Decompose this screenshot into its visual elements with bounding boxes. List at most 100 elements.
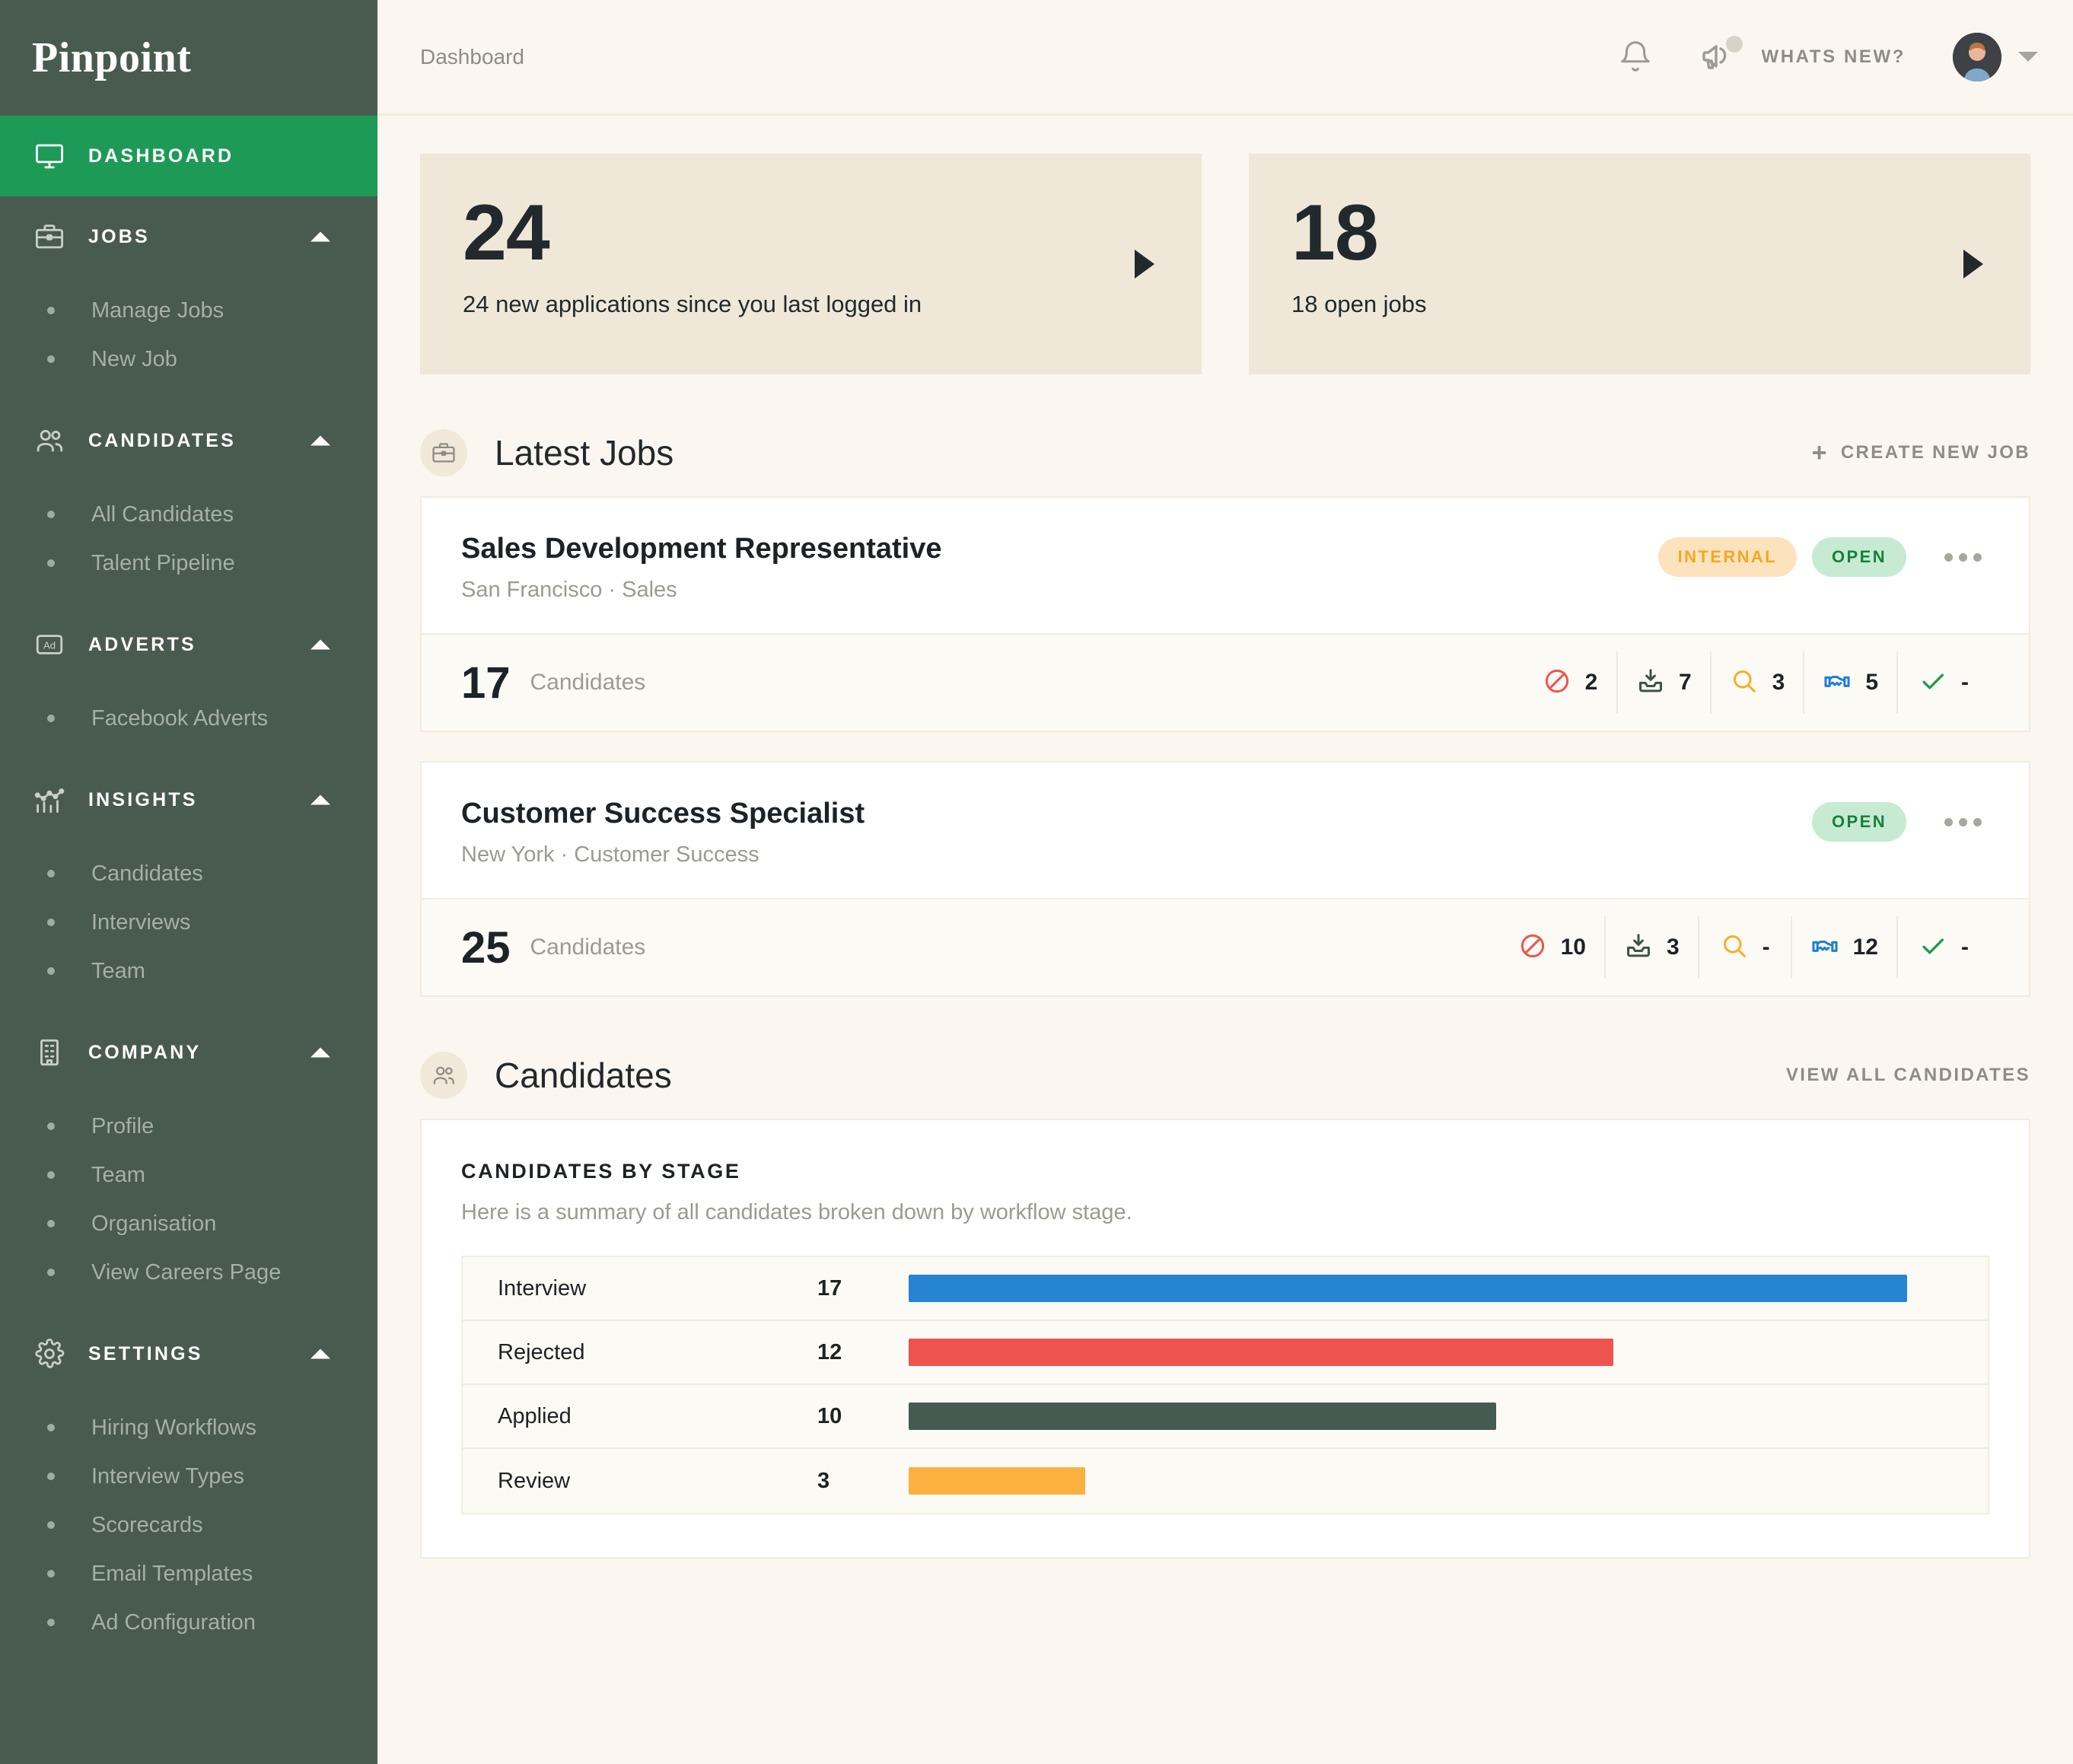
bullet-icon: [47, 1171, 55, 1179]
stage-check[interactable]: -: [1896, 916, 1989, 979]
sidebar-section-label: SETTINGS: [88, 1343, 203, 1365]
bell-icon[interactable]: [1613, 35, 1657, 79]
sidebar-item-hiring-workflows[interactable]: Hiring Workflows: [0, 1403, 377, 1452]
bullet-icon: [47, 1521, 55, 1529]
create-new-job-button[interactable]: + CREATE NEW JOB: [1812, 440, 2030, 466]
stage-inbox-download[interactable]: 3: [1604, 916, 1698, 979]
stat-card-open-jobs[interactable]: 18 18 open jobs: [1249, 154, 2030, 374]
chart-bar: [909, 1275, 1907, 1302]
chevron-up-icon[interactable]: [310, 640, 330, 650]
sidebar-section-company[interactable]: COMPANY: [0, 1012, 377, 1093]
sidebar-subitems-settings: Hiring Workflows Interview TypesScorecard…: [0, 1394, 377, 1664]
arrow-right-icon: [1135, 250, 1154, 279]
stage-no-entry[interactable]: 2: [1524, 651, 1616, 714]
svg-text:Ad: Ad: [43, 639, 56, 651]
job-title: Customer Success Specialist: [461, 798, 865, 830]
whats-new-button[interactable]: WHATS NEW?: [1697, 37, 1906, 77]
sidebar-section-jobs[interactable]: JOBS: [0, 196, 377, 277]
job-meta: San Francisco · Sales: [461, 578, 942, 603]
monitor-icon: [32, 139, 67, 174]
chevron-up-icon[interactable]: [310, 795, 330, 805]
job-card[interactable]: Customer Success SpecialistNew York · Cu…: [420, 761, 2030, 997]
sidebar-nav: DASHBOARDJOBS Manage Jobs New Job CANDIDATE…: [0, 116, 377, 1694]
no-entry-icon: [1543, 667, 1571, 699]
chevron-up-icon[interactable]: [310, 232, 330, 242]
stage-value: -: [1763, 935, 1770, 960]
chart-bar-track: [909, 1467, 1953, 1495]
sidebar-item-new-job[interactable]: New Job: [0, 335, 377, 384]
magnifier-icon: [1730, 667, 1759, 699]
sidebar-section-label: COMPANY: [88, 1042, 201, 1064]
sidebar-item-organisation[interactable]: Organisation: [0, 1199, 377, 1248]
bullet-icon: [47, 511, 55, 518]
chevron-up-icon[interactable]: [310, 1048, 330, 1058]
chevron-up-icon[interactable]: [310, 436, 330, 446]
sidebar-section-label: INSIGHTS: [88, 789, 198, 811]
stage-handshake[interactable]: 5: [1803, 651, 1896, 714]
bullet-icon: [47, 1220, 55, 1227]
job-card[interactable]: Sales Development RepresentativeSan Fran…: [420, 496, 2030, 732]
arrow-right-icon: [1963, 250, 1983, 279]
sidebar-item-team[interactable]: Team: [0, 1151, 377, 1199]
sidebar-item-facebook-adverts[interactable]: Facebook Adverts: [0, 694, 377, 743]
briefcase-icon: [32, 219, 67, 254]
stage-inbox-download[interactable]: 7: [1616, 651, 1710, 714]
stage-no-entry[interactable]: 10: [1500, 916, 1604, 979]
job-card-footer: 17Candidates2735-: [422, 633, 2029, 731]
sidebar-item-label: Organisation: [91, 1212, 216, 1237]
job-candidates-label: Candidates: [530, 935, 646, 960]
sidebar-item-talent-pipeline[interactable]: Talent Pipeline: [0, 539, 377, 587]
sidebar-item-email-templates[interactable]: Email Templates: [0, 1549, 377, 1598]
megaphone-icon: [1697, 37, 1741, 77]
stat-card-new-applications[interactable]: 24 24 new applications since you last lo…: [420, 154, 1202, 374]
chart-value-label: 17: [817, 1276, 909, 1301]
sidebar-section-adverts[interactable]: AdADVERTS: [0, 604, 377, 685]
sidebar: Pinpoint DASHBOARDJOBS Manage Jobs New Job…: [0, 0, 377, 1764]
chart-bar: [909, 1339, 1613, 1366]
app-root: Pinpoint DASHBOARDJOBS Manage Jobs New Job…: [0, 0, 2073, 1764]
more-options-icon[interactable]: [1937, 546, 1989, 569]
sidebar-item-interview-types[interactable]: Interview Types: [0, 1452, 377, 1501]
sidebar-section-dashboard[interactable]: DASHBOARD: [0, 116, 377, 196]
stage-magnifier[interactable]: -: [1698, 916, 1791, 979]
sidebar-section-candidates[interactable]: CANDIDATES: [0, 400, 377, 481]
sidebar-item-candidates[interactable]: Candidates: [0, 849, 377, 898]
more-options-icon[interactable]: [1937, 810, 1989, 834]
sidebar-section-insights[interactable]: INSIGHTS: [0, 759, 377, 840]
sidebar-section-settings[interactable]: SETTINGS: [0, 1313, 377, 1394]
stage-handshake[interactable]: 12: [1791, 916, 1896, 979]
sidebar-item-team[interactable]: Team: [0, 947, 377, 995]
sidebar-item-manage-jobs[interactable]: Manage Jobs: [0, 286, 377, 335]
chart-row: Interview17: [463, 1257, 1988, 1321]
stage-value: 7: [1679, 670, 1692, 696]
job-candidates-count: 17: [461, 658, 511, 708]
sidebar-item-all-candidates[interactable]: All Candidates: [0, 490, 377, 539]
stage-value: 10: [1561, 935, 1586, 960]
handshake-icon: [1823, 667, 1852, 699]
stage-magnifier[interactable]: 3: [1710, 651, 1804, 714]
bullet-icon: [47, 715, 55, 722]
stage-check[interactable]: -: [1896, 651, 1989, 714]
sidebar-item-view-careers-page[interactable]: View Careers Page: [0, 1248, 377, 1297]
chart-icon: [32, 782, 67, 817]
stage-value: 3: [1772, 670, 1785, 696]
whats-new-label: WHATS NEW?: [1761, 46, 1906, 68]
sidebar-subitems-adverts: Facebook Adverts: [0, 685, 377, 759]
view-all-candidates-button[interactable]: VIEW ALL CANDIDATES: [1786, 1065, 2030, 1086]
chart-category-label: Interview: [498, 1276, 817, 1301]
chart-value-label: 10: [817, 1404, 909, 1429]
sidebar-item-label: Hiring Workflows: [91, 1415, 256, 1441]
sidebar-item-interviews[interactable]: Interviews: [0, 898, 377, 947]
people-icon: [420, 1052, 467, 1099]
sidebar-item-profile[interactable]: Profile: [0, 1102, 377, 1151]
sidebar-item-ad-configuration[interactable]: Ad Configuration: [0, 1598, 377, 1647]
chart-rows: Interview17Rejected12Applied10Review3: [461, 1256, 1989, 1514]
ad-icon: Ad: [32, 627, 67, 662]
user-menu[interactable]: [1953, 33, 2038, 81]
sidebar-item-label: New Job: [91, 347, 177, 372]
brand-logo[interactable]: Pinpoint: [0, 0, 377, 116]
sidebar-item-label: Candidates: [91, 861, 203, 887]
chevron-up-icon[interactable]: [310, 1349, 330, 1359]
sidebar-item-scorecards[interactable]: Scorecards: [0, 1501, 377, 1549]
chart-bar-track: [909, 1403, 1953, 1430]
